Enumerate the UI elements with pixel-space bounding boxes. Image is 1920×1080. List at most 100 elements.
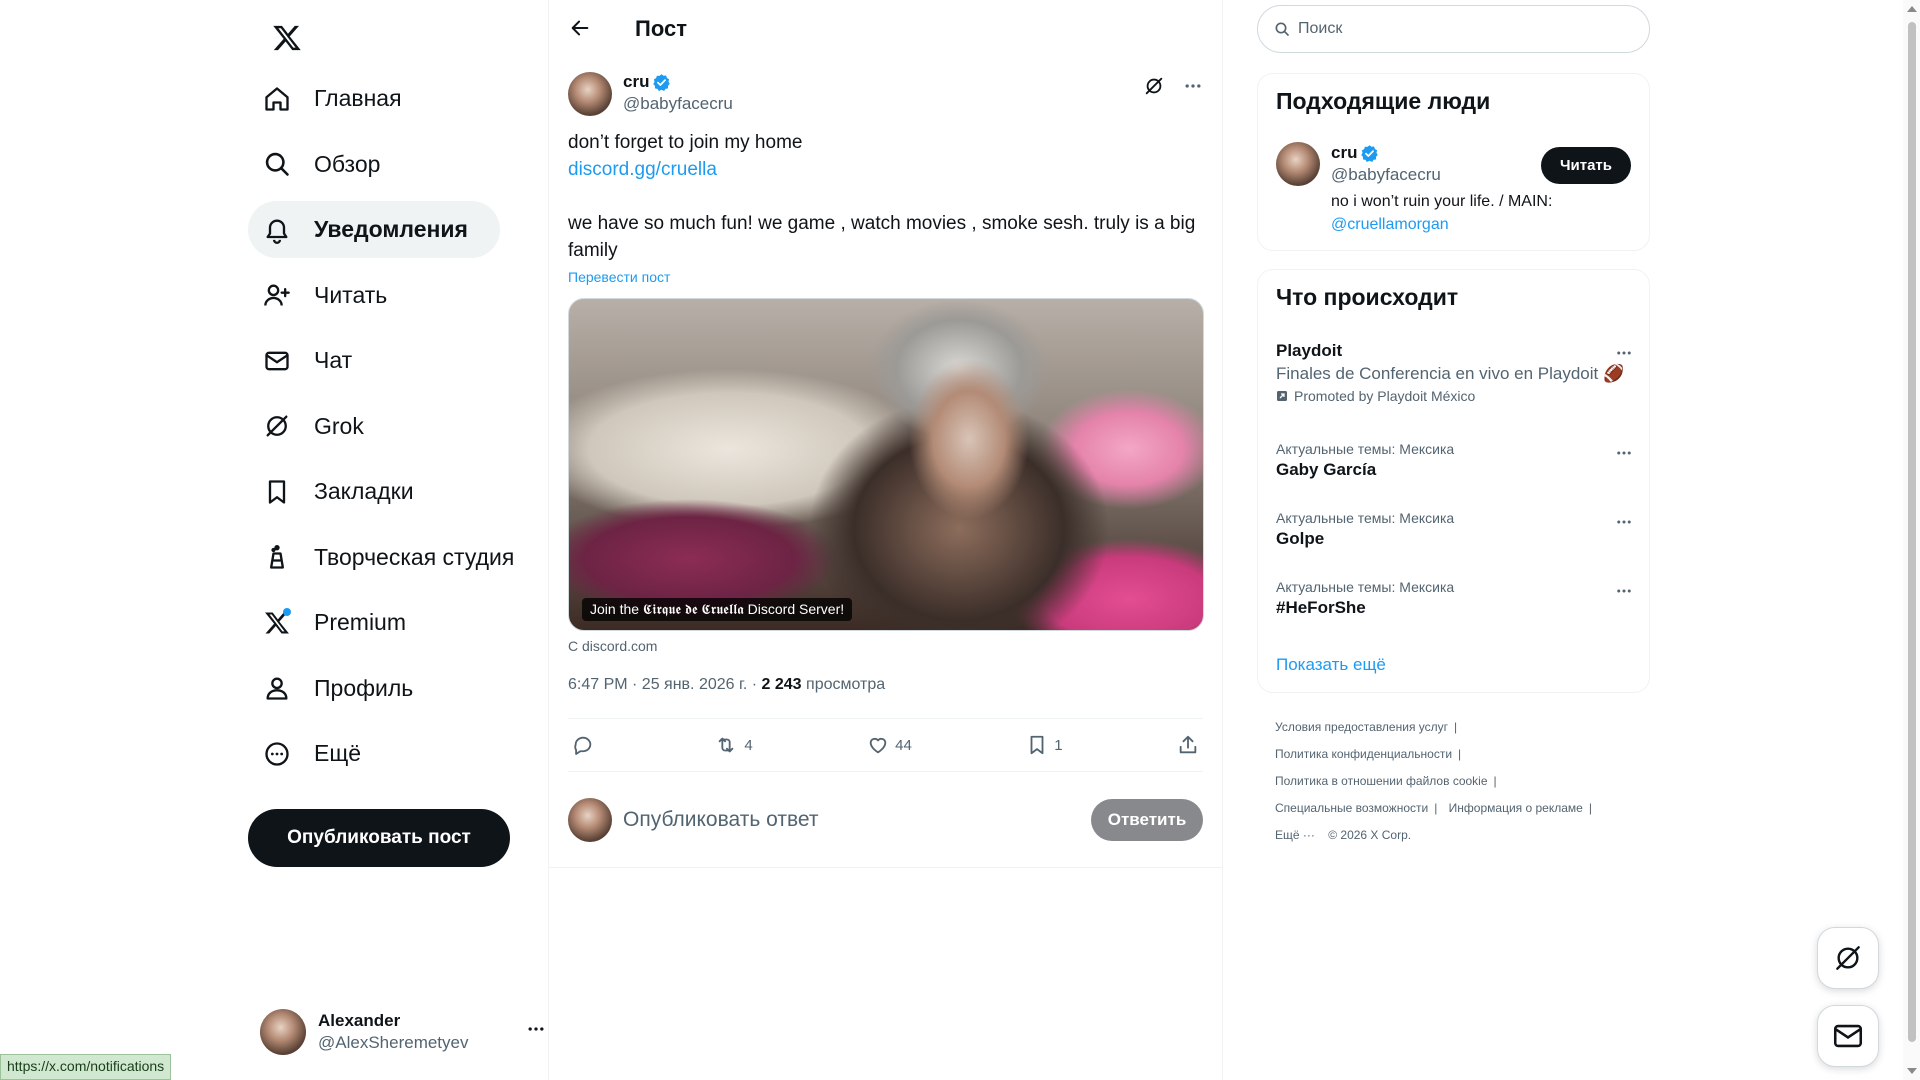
post-header: Пост (549, 0, 1222, 57)
accessibility-link[interactable]: Специальные возможности (1275, 801, 1428, 815)
bio-link[interactable]: @cruellamorgan (1331, 216, 1449, 233)
trend-description-text: Finales de Conferencia en vivo en Playdo… (1276, 364, 1599, 383)
post-text: don’t forget to join my home discord.gg/… (568, 129, 1203, 264)
reply-composer: Опубликовать ответ Ответить (549, 772, 1222, 868)
nav-profile[interactable]: Профиль (248, 660, 445, 717)
author-name[interactable]: cru (623, 71, 733, 93)
account-name: Alexander (318, 1011, 401, 1030)
verified-badge-icon (652, 73, 671, 92)
left-sidebar: Главная Обзор Уведомления Читать Чат Gro… (245, 0, 547, 1080)
footer-separator: | (1588, 801, 1592, 815)
promoted-label: Promoted by Playdoit México (1276, 386, 1633, 406)
nav-profile-label: Профиль (314, 674, 414, 701)
post-meta: 6:47 PM · 25 янв. 2026 г. · 2 243 просмо… (568, 676, 1203, 696)
post-author-row: cru @babyfacecru (568, 71, 1203, 121)
more-dots-icon[interactable] (1615, 344, 1633, 362)
grok-icon (262, 411, 292, 441)
grok-icon[interactable] (1143, 75, 1165, 97)
scrollbar[interactable] (1903, 0, 1920, 1080)
author-handle[interactable]: @babyfacecru (623, 93, 733, 115)
post: cru @babyfacecru don’t forget to join my… (549, 57, 1222, 868)
post-detail-column: Пост cru @babyfacecru don’t forget to jo… (548, 0, 1223, 1080)
nav-more[interactable]: Ещё (248, 725, 393, 782)
post-author: cru @babyfacecru (623, 71, 733, 115)
account-switcher[interactable]: Alexander @AlexSheremetyev (260, 1004, 550, 1060)
footer-more-link[interactable]: Ещё ··· (1275, 828, 1315, 842)
trend-item[interactable]: Актуальные темы: Мексика Golpe (1276, 509, 1633, 550)
search-icon (1274, 21, 1290, 37)
follow-button[interactable]: Читать (1541, 147, 1631, 184)
trend-context: Актуальные темы: Мексика (1276, 510, 1455, 526)
trend-title: Golpe (1276, 529, 1325, 548)
nav-premium-label: Premium (314, 609, 407, 635)
repost-button[interactable]: 4 (714, 734, 753, 756)
trend-description: Finales de Conferencia en vivo en Playdo… (1276, 362, 1633, 386)
share-button[interactable] (1177, 734, 1199, 756)
nav-bookmarks[interactable]: Закладки (248, 463, 446, 520)
terms-link[interactable]: Условия предоставления услуг (1275, 720, 1448, 734)
repost-count: 4 (744, 736, 753, 754)
nav-grok[interactable]: Grok (248, 398, 396, 455)
nav-explore[interactable]: Обзор (248, 136, 412, 193)
more-dots-icon[interactable] (1183, 76, 1203, 96)
reply-button[interactable] (572, 734, 600, 756)
like-button[interactable]: 44 (867, 734, 912, 756)
scroll-down-arrow[interactable] (1907, 1068, 1917, 1074)
nav-follow[interactable]: Читать (248, 267, 419, 324)
bookmark-icon (262, 477, 292, 507)
x-premium-icon (262, 607, 292, 638)
cookies-link[interactable]: Политика в отношении файлов cookie (1275, 774, 1488, 788)
more-dots-icon[interactable] (1615, 444, 1633, 462)
nav-grok-label: Grok (314, 412, 364, 439)
post-timestamp[interactable]: 6:47 PM · 25 янв. 2026 г. · (568, 676, 762, 693)
suggested-user-bio: no i won’t ruin your life. / MAIN: @crue… (1331, 190, 1591, 236)
follow-icon (262, 280, 292, 310)
post-link[interactable]: discord.gg/cruella (568, 159, 717, 180)
promoted-icon (1276, 390, 1288, 402)
trend-item[interactable]: Актуальные темы: Мексика Gaby García (1276, 440, 1633, 481)
messages-floating-button[interactable] (1817, 1005, 1879, 1067)
footer-separator: | (1493, 774, 1497, 788)
football-emoji: 🏈 (1602, 364, 1625, 383)
scrollbar-thumb[interactable] (1908, 22, 1916, 1042)
trend-title: #HeForShe (1276, 598, 1366, 617)
show-more-link[interactable]: Показать ещё (1276, 655, 1386, 675)
x-logo-icon[interactable] (261, 12, 313, 64)
card-source[interactable]: С discord.com (568, 638, 1203, 654)
search-input[interactable]: Поиск (1257, 5, 1650, 53)
bookmark-icon (1026, 734, 1048, 756)
nav-notifications[interactable]: Уведомления (248, 201, 500, 258)
bell-icon (262, 215, 292, 245)
ads-info-link[interactable]: Информация о рекламе (1449, 801, 1583, 815)
search-placeholder: Поиск (1298, 20, 1343, 37)
nav-premium[interactable]: Premium (248, 594, 438, 651)
back-arrow-icon[interactable] (569, 17, 593, 41)
post-header-actions (1143, 75, 1203, 97)
profile-icon (262, 673, 292, 703)
more-dots-icon[interactable] (526, 1019, 546, 1039)
nav-chat[interactable]: Чат (248, 332, 384, 389)
bio-text: no i won’t ruin your life. / MAIN: (1331, 193, 1553, 210)
trends-card: Что происходит Playdoit Finales de Confe… (1257, 269, 1650, 693)
reply-submit-button[interactable]: Ответить (1091, 798, 1203, 841)
bookmark-button[interactable]: 1 (1026, 734, 1063, 756)
post-media-card[interactable]: Join the 𝕮𝖎𝖗𝖖𝖚𝖊 𝖉𝖊 𝕮𝖗𝖚𝖊𝖑𝖑𝖆 Discord Serve… (568, 298, 1204, 631)
account-handle: @AlexSheremetyev (318, 1033, 469, 1052)
scroll-up-arrow[interactable] (1907, 6, 1917, 12)
translate-post-link[interactable]: Перевести пост (568, 269, 1203, 285)
promoted-trend[interactable]: Playdoit Finales de Conferencia en vivo … (1276, 340, 1633, 406)
more-dots-icon[interactable] (1615, 513, 1633, 531)
publish-post-button[interactable]: Опубликовать пост (248, 809, 510, 867)
reply-input[interactable]: Опубликовать ответ (623, 808, 1091, 832)
privacy-link[interactable]: Политика конфиденциальности (1275, 747, 1452, 761)
nav-studio[interactable]: Творческая студия (248, 529, 546, 586)
trend-item[interactable]: Актуальные темы: Мексика #HeForShe (1276, 578, 1633, 619)
avatar (1276, 142, 1320, 186)
grok-floating-button[interactable] (1817, 927, 1879, 989)
primary-nav: Главная Обзор Уведомления Читать Чат Gro… (248, 70, 546, 791)
avatar[interactable] (568, 72, 612, 116)
nav-home[interactable]: Главная (248, 70, 434, 127)
more-dots-icon[interactable] (1615, 582, 1633, 600)
media-caption: Join the 𝕮𝖎𝖗𝖖𝖚𝖊 𝖉𝖊 𝕮𝖗𝖚𝖊𝖑𝖑𝖆 Discord Serve… (582, 598, 853, 621)
grok-icon (1832, 942, 1864, 974)
